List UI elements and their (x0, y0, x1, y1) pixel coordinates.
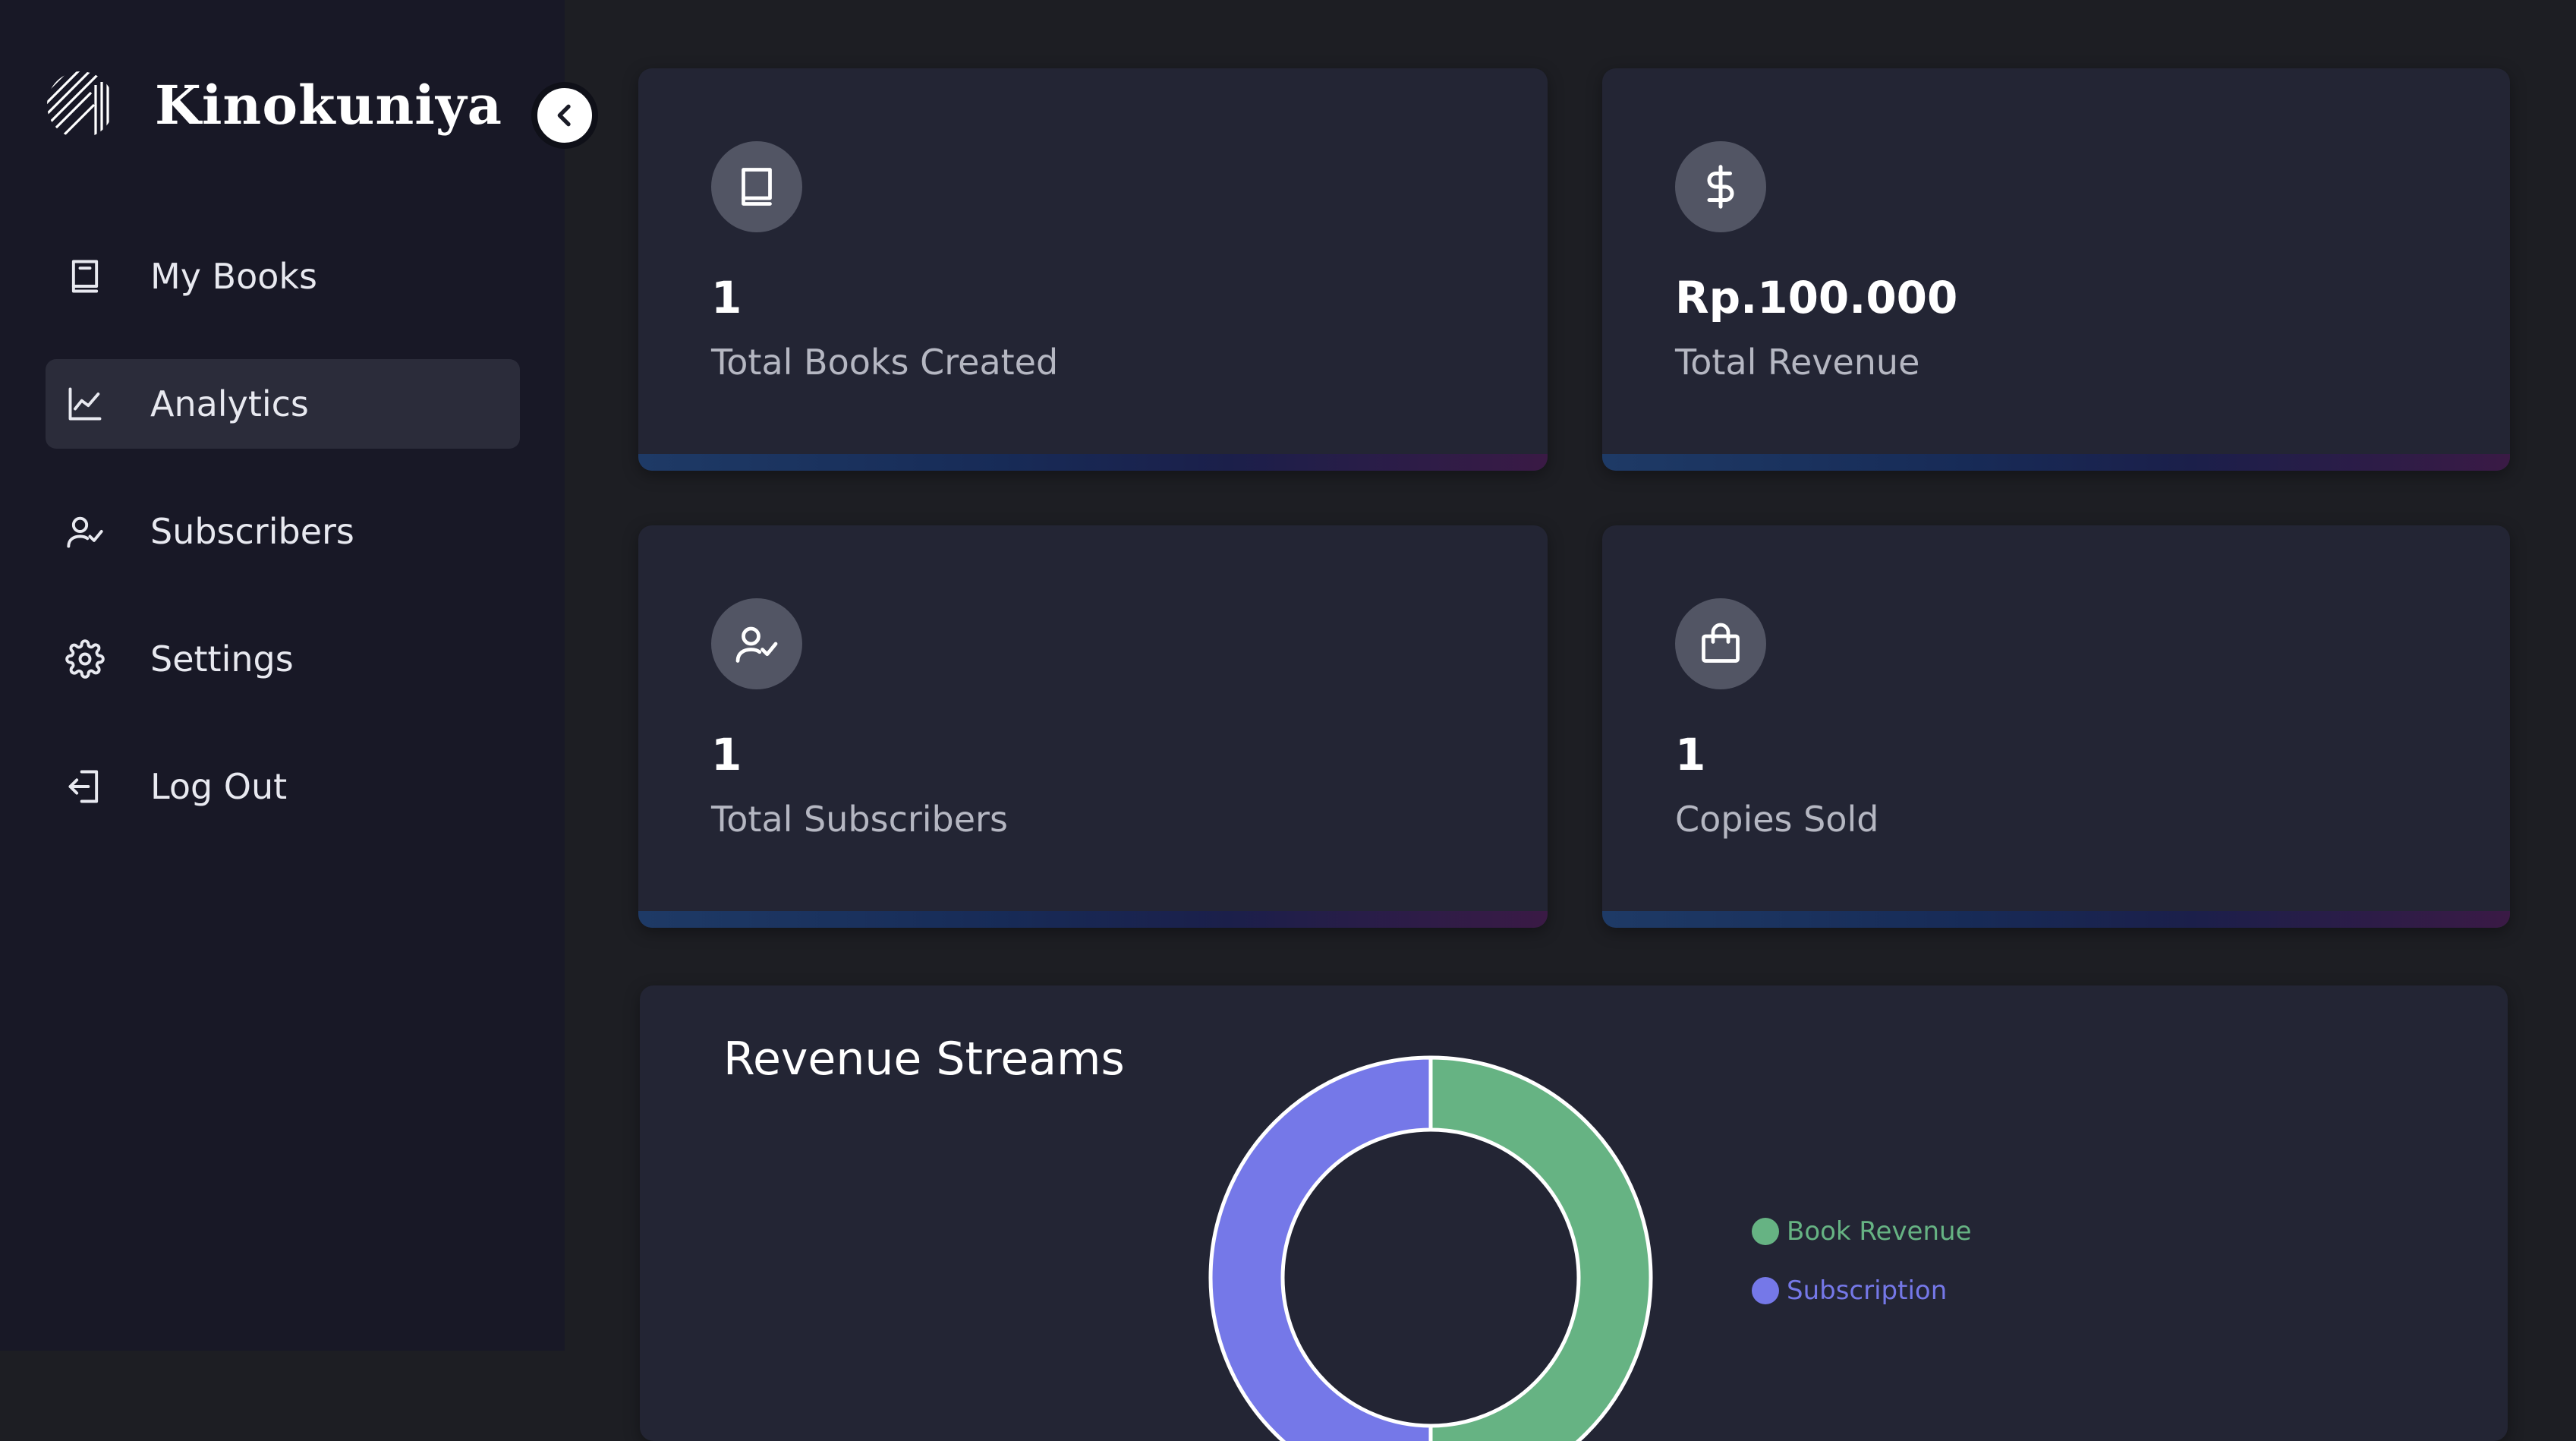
card-accent-bar (638, 454, 1548, 471)
sidebar-nav: My Books Analytics Subscribers Settings (46, 232, 520, 869)
brand-logo-icon (47, 71, 112, 138)
sidebar-item-log-out[interactable]: Log Out (46, 742, 520, 831)
sidebar-item-label: Settings (150, 639, 294, 680)
card-accent-bar (1602, 911, 2510, 928)
card-accent-bar (638, 911, 1548, 928)
legend-label: Book Revenue (1787, 1216, 1972, 1247)
collapse-sidebar-button[interactable] (531, 82, 598, 149)
stat-card-copies-sold: 1 Copies Sold (1602, 525, 2510, 928)
brand[interactable]: Kinokuniya (46, 67, 502, 143)
revenue-streams-card: Revenue Streams Book Revenue Subscriptio… (640, 985, 2508, 1441)
chart-legend: Book Revenue Subscription (1752, 1202, 1972, 1320)
stat-label: Copies Sold (1675, 799, 1879, 840)
sidebar-item-label: Log Out (150, 766, 288, 807)
user-check-icon (67, 516, 103, 548)
user-check-icon (735, 626, 778, 663)
stat-value: 1 (711, 272, 742, 323)
stat-card-total-revenue: Rp.100.000 Total Revenue (1602, 68, 2510, 471)
sidebar-item-label: Subscribers (150, 511, 354, 552)
card-accent-bar (1602, 454, 2510, 471)
chart-line-icon (68, 387, 102, 421)
stat-label: Total Revenue (1675, 342, 1920, 383)
stat-icon-circle (1675, 598, 1766, 689)
logout-icon (68, 770, 99, 803)
book-icon (71, 260, 99, 293)
stat-label: Total Subscribers (711, 799, 1008, 840)
stat-icon-circle (1675, 141, 1766, 232)
stat-value: 1 (711, 729, 742, 780)
sidebar-item-analytics[interactable]: Analytics (46, 359, 520, 449)
revenue-donut-chart (1208, 1055, 1653, 1441)
sidebar-item-my-books[interactable]: My Books (46, 232, 520, 321)
stat-value: 1 (1675, 729, 1706, 780)
stat-icon-circle (711, 141, 802, 232)
stat-value: Rp.100.000 (1675, 272, 1958, 323)
brand-name: Kinokuniya (155, 73, 502, 137)
stat-card-total-subscribers: 1 Total Subscribers (638, 525, 1548, 928)
stat-icon-circle (711, 598, 802, 689)
shopping-bag-icon (1702, 623, 1740, 663)
legend-item-subscription[interactable]: Subscription (1752, 1261, 1972, 1320)
legend-label: Subscription (1787, 1275, 1948, 1306)
stat-label: Total Books Created (711, 342, 1059, 383)
sidebar-item-label: Analytics (150, 383, 309, 424)
book-icon (742, 168, 772, 206)
donut-slice-book-revenue[interactable] (1428, 1055, 1653, 1441)
gear-icon (65, 639, 105, 679)
stat-card-total-books: 1 Total Books Created (638, 68, 1548, 471)
chevron-left-icon (557, 104, 571, 127)
dollar-icon (1707, 165, 1734, 209)
legend-dot (1752, 1218, 1779, 1245)
sidebar-item-subscribers[interactable]: Subscribers (46, 487, 520, 576)
legend-dot (1752, 1277, 1779, 1304)
sidebar-item-label: My Books (150, 256, 317, 297)
sidebar-item-settings[interactable]: Settings (46, 614, 520, 704)
donut-slice-subscription[interactable] (1208, 1055, 1433, 1441)
sidebar: Kinokuniya My Books Analytics Subscriber… (0, 0, 565, 1351)
legend-item-book-revenue[interactable]: Book Revenue (1752, 1202, 1972, 1261)
